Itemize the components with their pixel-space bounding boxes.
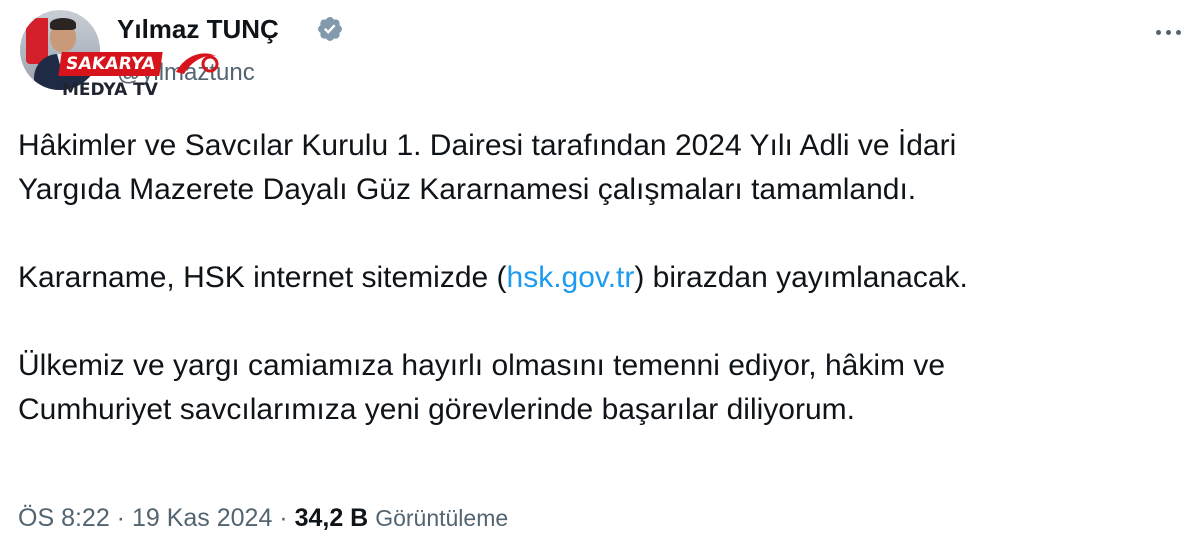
more-options-button[interactable] bbox=[1148, 22, 1188, 42]
tweet-date[interactable]: 19 Kas 2024 bbox=[132, 504, 272, 532]
verified-badge-icon[interactable] bbox=[316, 15, 344, 43]
avatar-hair bbox=[50, 18, 76, 30]
tweet-time[interactable]: ÖS 8:22 bbox=[18, 504, 110, 532]
views-label: Görüntüleme bbox=[375, 505, 509, 531]
tweet-text-segment: ) birazdan yayımlanacak. bbox=[634, 261, 968, 294]
meta-separator: · bbox=[109, 504, 132, 532]
meta-separator: · bbox=[272, 504, 295, 532]
tweet-meta: ÖS 8:22 · 19 Kas 2024 · 34,2 B Görüntüle… bbox=[18, 503, 508, 533]
watermark-sub: MEDYA TV bbox=[62, 80, 158, 100]
more-dot-icon bbox=[1155, 29, 1161, 35]
more-dot-icon bbox=[1165, 29, 1171, 35]
watermark-logo: SAKARYA MEDYA TV bbox=[58, 50, 219, 102]
tweet-line: Kararname, HSK internet sitemizde (hsk.g… bbox=[18, 256, 1178, 300]
tweet-line: Cumhuriyet savcılarımıza yeni görevlerin… bbox=[18, 393, 855, 426]
more-dot-icon bbox=[1175, 29, 1181, 35]
display-name[interactable]: Yılmaz TUNÇ bbox=[117, 14, 279, 44]
hsk-link[interactable]: hsk.gov.tr bbox=[507, 261, 635, 294]
tweet-line: Hâkimler ve Savcılar Kurulu 1. Dairesi t… bbox=[18, 129, 957, 162]
watermark-swoosh-icon bbox=[176, 53, 219, 74]
tweet-text-segment: Kararname, HSK internet sitemizde ( bbox=[18, 261, 507, 294]
tweet-line: Yargıda Mazerete Dayalı Güz Kararnamesi … bbox=[18, 173, 917, 206]
tweet-card: Yılmaz TUNÇ @yilmaztunc SAKARYA MEDYA TV… bbox=[0, 0, 1200, 548]
tweet-line: Ülkemiz ve yargı camiamıza hayırlı olmas… bbox=[18, 349, 945, 382]
views-count[interactable]: 34,2 B bbox=[295, 504, 369, 532]
watermark-brand: SAKARYA bbox=[58, 52, 163, 76]
tweet-text: Hâkimler ve Savcılar Kurulu 1. Dairesi t… bbox=[18, 124, 1178, 432]
